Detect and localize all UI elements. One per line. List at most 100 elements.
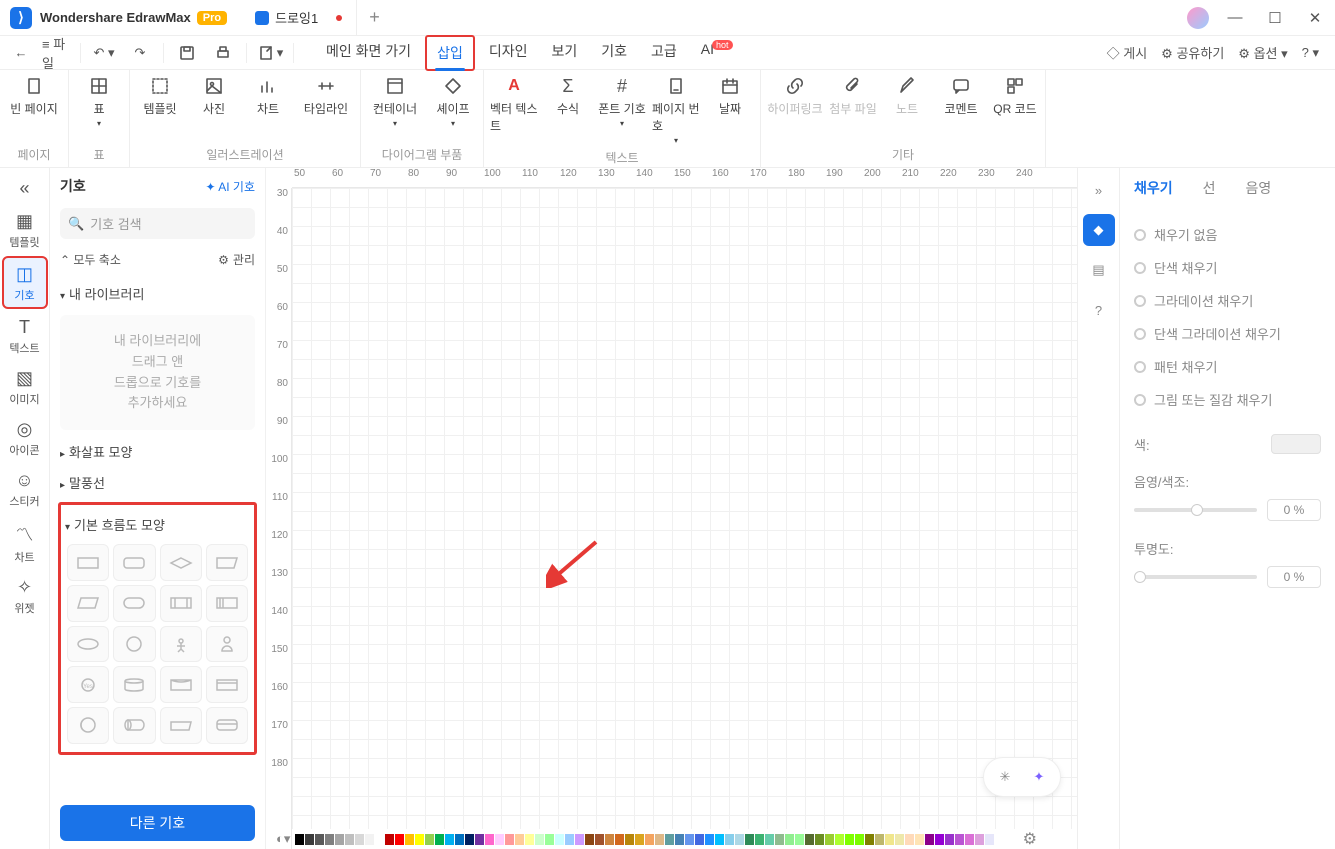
menu-tab-4[interactable]: 기호 bbox=[591, 35, 637, 71]
top-share-button[interactable]: ⚙ 공유하기 bbox=[1161, 43, 1224, 62]
shadow-tab[interactable]: 음영 bbox=[1246, 178, 1272, 198]
color-swatch[interactable] bbox=[685, 834, 694, 845]
menu-tab-3[interactable]: 보기 bbox=[541, 35, 587, 71]
color-swatch[interactable] bbox=[595, 834, 604, 845]
menu-tab-0[interactable]: 메인 화면 가기 bbox=[316, 35, 421, 71]
flowchart-shape-19[interactable] bbox=[206, 707, 248, 744]
expand-right-button[interactable]: » bbox=[1083, 174, 1115, 206]
timeline-button[interactable]: 타임라인 bbox=[298, 74, 354, 117]
flowchart-shape-18[interactable] bbox=[160, 707, 202, 744]
rail-widget-button[interactable]: ✧위젯 bbox=[2, 571, 48, 620]
manage-button[interactable]: ⚙ 관리 bbox=[218, 251, 255, 268]
menu-tab-2[interactable]: 디자인 bbox=[479, 35, 538, 71]
color-swatch[interactable] bbox=[385, 834, 394, 845]
callout-section-header[interactable]: ▸말풍선 bbox=[50, 467, 265, 498]
flowchart-shape-11[interactable] bbox=[206, 626, 248, 663]
color-swatch[interactable] bbox=[845, 834, 854, 845]
color-swatch[interactable] bbox=[725, 834, 734, 845]
blank-page-button[interactable]: 빈 페이지 bbox=[6, 74, 62, 117]
picture-button[interactable]: 사진 bbox=[190, 74, 238, 117]
color-swatch[interactable] bbox=[1271, 434, 1321, 454]
color-swatch[interactable] bbox=[565, 834, 574, 845]
fill-gradient-radio[interactable]: 그라데이션 채우기 bbox=[1134, 284, 1321, 317]
color-swatch[interactable] bbox=[295, 834, 304, 845]
tint-value[interactable]: 0 % bbox=[1267, 499, 1321, 521]
color-swatch[interactable] bbox=[505, 834, 514, 845]
qr-button[interactable]: QR 코드 bbox=[991, 74, 1039, 117]
rail-template-button[interactable]: ▦템플릿 bbox=[2, 205, 48, 254]
color-swatch[interactable] bbox=[455, 834, 464, 845]
color-swatch[interactable] bbox=[745, 834, 754, 845]
color-swatch[interactable] bbox=[305, 834, 314, 845]
color-swatch[interactable] bbox=[375, 834, 384, 845]
flowchart-shape-14[interactable] bbox=[160, 666, 202, 703]
vector-text-button[interactable]: A벡터 텍스트 bbox=[490, 74, 538, 145]
rail-icon-button[interactable]: ◎아이콘 bbox=[2, 413, 48, 462]
flowchart-shape-3[interactable] bbox=[206, 544, 248, 581]
color-swatch[interactable] bbox=[755, 834, 764, 845]
fill-tab[interactable]: 채우기 bbox=[1134, 178, 1173, 198]
color-swatch[interactable] bbox=[655, 834, 664, 845]
flowchart-shape-2[interactable] bbox=[160, 544, 202, 581]
document-tab[interactable]: 드로잉1 bbox=[241, 0, 357, 36]
sparkle-button[interactable]: ✳ bbox=[992, 764, 1018, 790]
help-button[interactable]: ? ▾ bbox=[1302, 45, 1319, 61]
rail-image-button[interactable]: ▧이미지 bbox=[2, 362, 48, 411]
save-button[interactable] bbox=[172, 38, 202, 68]
color-swatch[interactable] bbox=[955, 834, 964, 845]
color-swatch[interactable] bbox=[485, 834, 494, 845]
shape-button[interactable]: 셰이프▾ bbox=[429, 74, 477, 128]
menu-tab-1[interactable]: 삽입 bbox=[425, 35, 475, 71]
color-swatch[interactable] bbox=[985, 834, 994, 845]
color-swatch[interactable] bbox=[585, 834, 594, 845]
color-swatch[interactable] bbox=[575, 834, 584, 845]
flowchart-shape-10[interactable] bbox=[160, 626, 202, 663]
color-swatch[interactable] bbox=[925, 834, 934, 845]
undo-button[interactable]: ↶ ▾ bbox=[89, 38, 119, 68]
close-button[interactable]: ✕ bbox=[1295, 9, 1335, 27]
redo-button[interactable]: ↷ bbox=[125, 38, 155, 68]
opacity-slider[interactable] bbox=[1134, 575, 1257, 579]
color-swatch[interactable] bbox=[465, 834, 474, 845]
color-swatch[interactable] bbox=[965, 834, 974, 845]
flowchart-shape-13[interactable] bbox=[113, 666, 155, 703]
color-swatch[interactable] bbox=[515, 834, 524, 845]
line-tab[interactable]: 선 bbox=[1203, 178, 1216, 198]
flowchart-shape-5[interactable] bbox=[113, 585, 155, 622]
color-swatch[interactable] bbox=[545, 834, 554, 845]
export-button[interactable]: ▾ bbox=[255, 38, 285, 68]
flowchart-shape-0[interactable] bbox=[67, 544, 109, 581]
container-button[interactable]: 컨테이너▾ bbox=[367, 74, 423, 128]
canvas-grid[interactable] bbox=[292, 188, 1077, 829]
color-swatch[interactable] bbox=[365, 834, 374, 845]
color-swatch[interactable] bbox=[325, 834, 334, 845]
color-swatch[interactable] bbox=[945, 834, 954, 845]
color-swatch[interactable] bbox=[675, 834, 684, 845]
flowchart-shape-17[interactable] bbox=[113, 707, 155, 744]
font-symbol-button[interactable]: #폰트 기호▾ bbox=[598, 74, 646, 145]
flowchart-shape-16[interactable] bbox=[67, 707, 109, 744]
color-swatch[interactable] bbox=[895, 834, 904, 845]
color-swatch[interactable] bbox=[345, 834, 354, 845]
color-swatch[interactable] bbox=[665, 834, 674, 845]
color-swatch[interactable] bbox=[625, 834, 634, 845]
color-swatch[interactable] bbox=[735, 834, 744, 845]
color-swatch[interactable] bbox=[395, 834, 404, 845]
print-button[interactable] bbox=[208, 38, 238, 68]
color-swatch[interactable] bbox=[905, 834, 914, 845]
fill-tab-icon[interactable]: ◆ bbox=[1083, 214, 1115, 246]
fill-solid-radio[interactable]: 단색 채우기 bbox=[1134, 251, 1321, 284]
color-swatch[interactable] bbox=[785, 834, 794, 845]
flowchart-shape-7[interactable] bbox=[206, 585, 248, 622]
color-swatch[interactable] bbox=[715, 834, 724, 845]
color-swatch[interactable] bbox=[805, 834, 814, 845]
rail-symbol-button[interactable]: ◫기호 bbox=[2, 256, 48, 309]
menu-tab-5[interactable]: 고급 bbox=[641, 35, 687, 71]
color-swatch[interactable] bbox=[315, 834, 324, 845]
top-publish-button[interactable]: ◇ 게시 bbox=[1107, 43, 1148, 62]
back-button[interactable]: ← bbox=[6, 38, 36, 68]
page-number-button[interactable]: 페이지 번호▾ bbox=[652, 74, 700, 145]
minimize-button[interactable]: — bbox=[1215, 9, 1255, 26]
color-swatch[interactable] bbox=[435, 834, 444, 845]
color-swatch[interactable] bbox=[695, 834, 704, 845]
